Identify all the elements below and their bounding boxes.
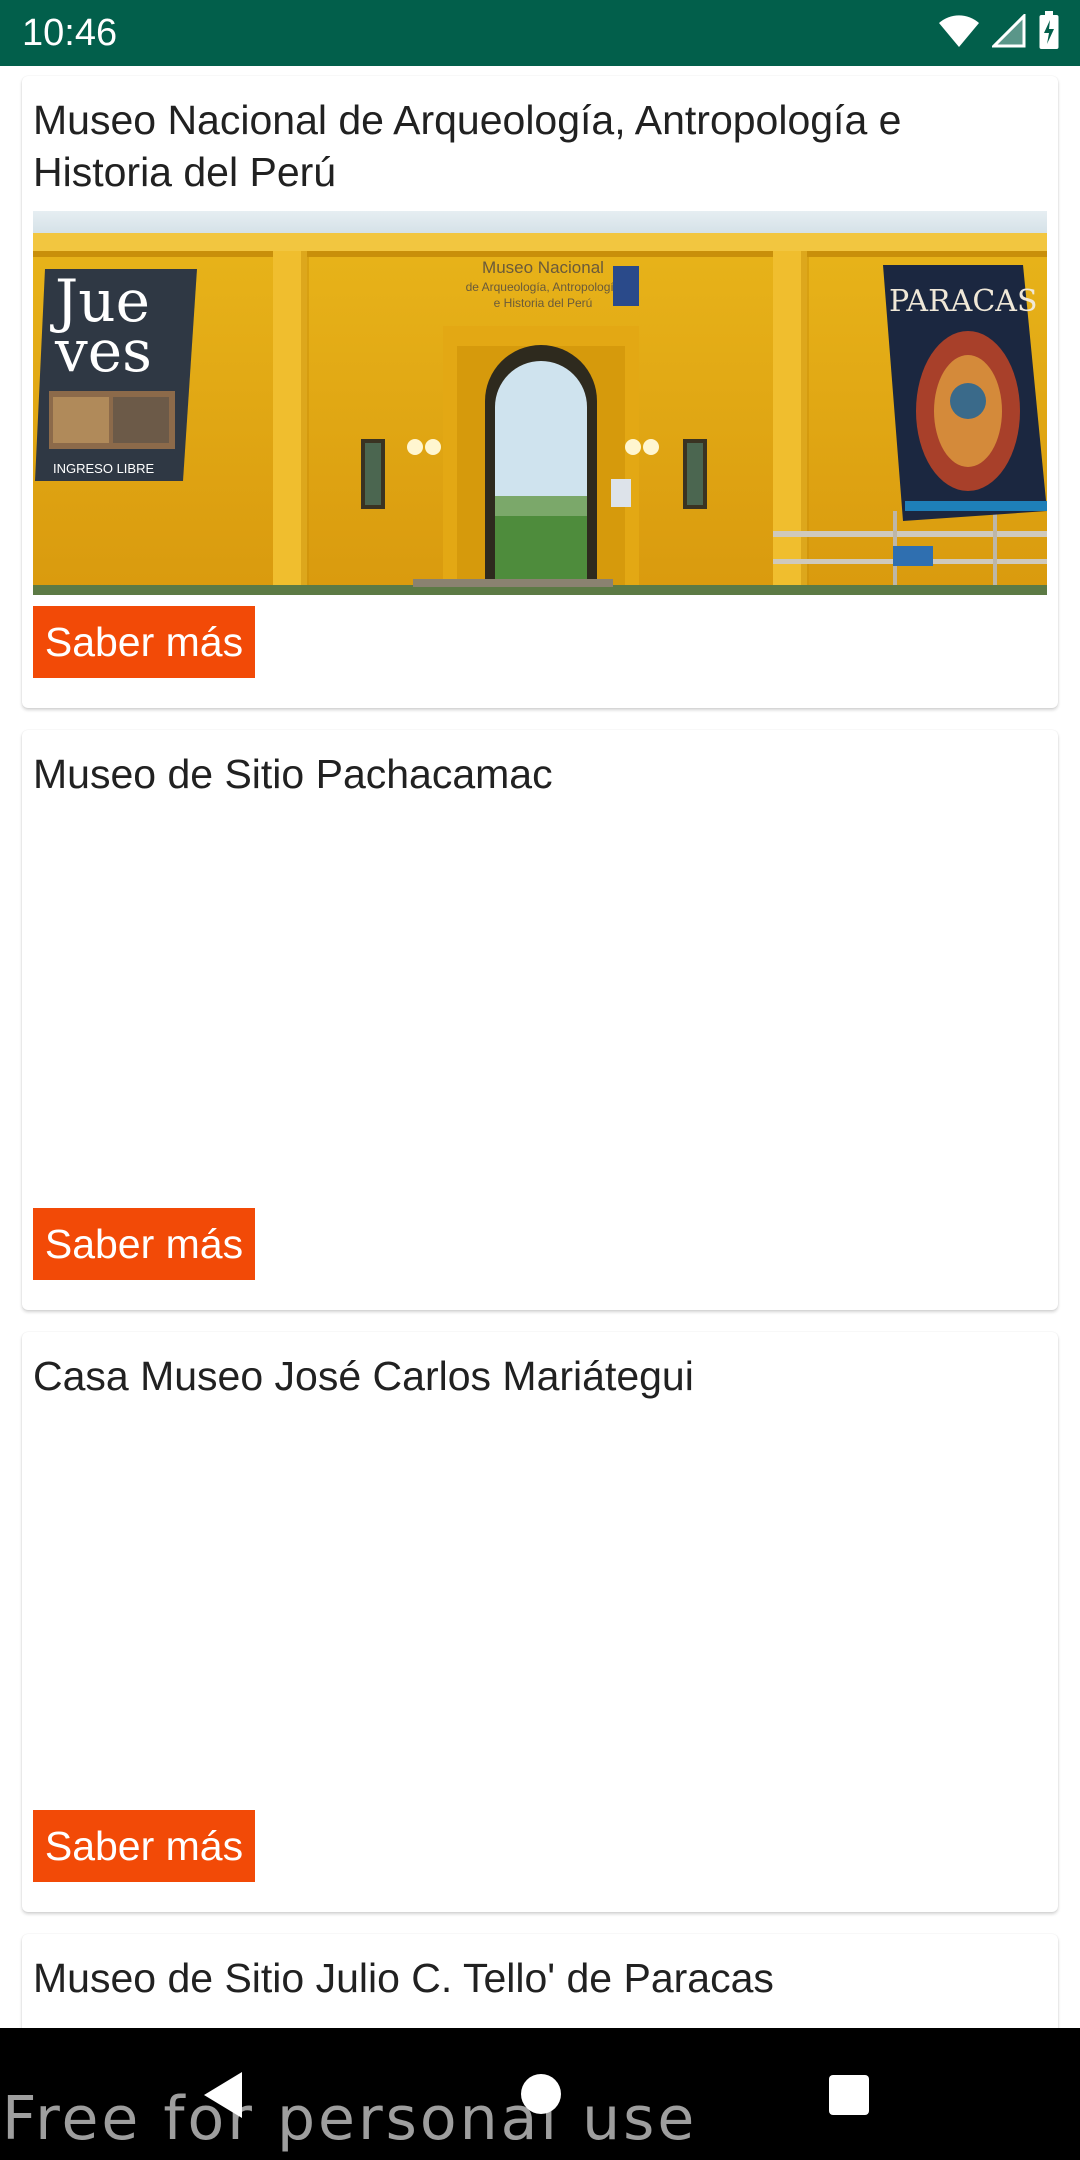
banner-left-line-2: ves: [54, 317, 152, 385]
banner-right-title: PARACAS: [889, 284, 1038, 319]
sign-line-1: Museo Nacional: [482, 258, 604, 277]
museum-title: Museo de Sitio Pachacamac: [33, 751, 553, 797]
saber-mas-button[interactable]: Saber más: [33, 1208, 255, 1280]
navigation-bar: [0, 2028, 1080, 2160]
banner-left-footer: INGRESO LIBRE: [53, 461, 154, 476]
museum-photo: Museo Nacional de Arqueología, Antropolo…: [33, 211, 1047, 595]
museum-title: Museo de Sitio Julio C. Tello' de Paraca…: [33, 1955, 774, 2001]
museum-card: Museo de Sitio Julio C. Tello' de Paraca…: [22, 1934, 1058, 2028]
museum-card: Casa Museo José Carlos Mariátegui Saber …: [22, 1332, 1058, 1912]
battery-charging-icon: [1038, 10, 1060, 56]
museum-card: Museo de Sitio Pachacamac Saber más: [22, 730, 1058, 1310]
status-icons: [938, 10, 1060, 56]
saber-mas-button[interactable]: Saber más: [33, 606, 255, 678]
museum-title: Casa Museo José Carlos Mariátegui: [33, 1353, 694, 1399]
status-time: 10:46: [22, 12, 118, 54]
museum-card: Museo Nacional de Arqueología, Antropolo…: [22, 76, 1058, 708]
home-icon[interactable]: [520, 2073, 562, 2115]
museum-title: Museo Nacional de Arqueología, Antropolo…: [33, 97, 902, 195]
cell-signal-icon: [990, 11, 1026, 53]
museum-list[interactable]: Museo Nacional de Arqueología, Antropolo…: [0, 66, 1080, 2028]
saber-mas-button[interactable]: Saber más: [33, 1810, 255, 1882]
sign-line-3: e Historia del Perú: [494, 296, 593, 310]
sign-line-2: de Arqueología, Antropología: [466, 280, 621, 294]
back-icon[interactable]: [198, 2070, 248, 2120]
recents-icon[interactable]: [828, 2074, 870, 2116]
wifi-icon: [938, 13, 980, 54]
status-bar: 10:46: [0, 0, 1080, 66]
